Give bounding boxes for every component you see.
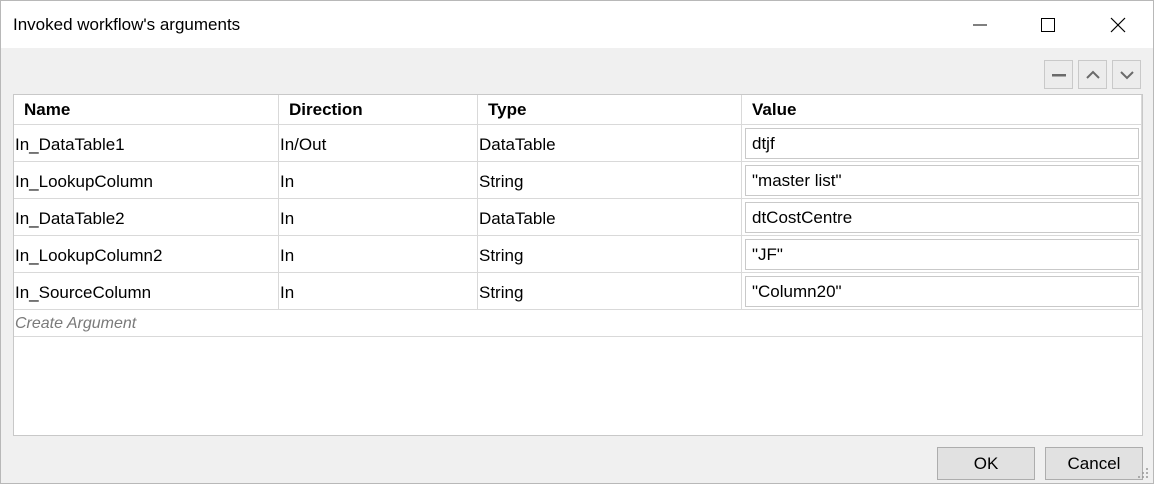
argument-value-input[interactable]: dtjf [745,128,1139,159]
argument-value-cell: "master list" [742,162,1142,199]
ok-button[interactable]: OK [937,447,1035,480]
close-button[interactable] [1083,1,1153,48]
argument-direction-cell[interactable]: In [279,236,478,273]
argument-direction-cell[interactable]: In/Out [279,125,478,162]
argument-name-cell[interactable]: In_LookupColumn [14,162,279,199]
create-argument-label[interactable]: Create Argument [15,315,136,333]
argument-value-input[interactable]: "JF" [745,239,1139,270]
argument-name-cell[interactable]: In_DataTable2 [14,199,279,236]
resize-grip-icon[interactable] [1137,467,1149,479]
grid-header: Name Direction Type Value [14,95,1142,125]
argument-value-input[interactable]: "Column20" [745,276,1139,307]
arguments-dialog: Invoked workflow's arguments Name Direct… [0,0,1154,484]
argument-value-input[interactable]: dtCostCentre [745,202,1139,233]
move-down-button[interactable] [1112,60,1141,89]
argument-name-cell[interactable]: In_SourceColumn [14,273,279,310]
argument-value-cell: dtCostCentre [742,199,1142,236]
window-title: Invoked workflow's arguments [13,15,241,34]
table-row[interactable]: In_DataTable1 In/Out DataTable dtjf [14,125,1142,162]
move-up-button[interactable] [1078,60,1107,89]
argument-value-cell: "JF" [742,236,1142,273]
table-row[interactable]: In_DataTable2 In DataTable dtCostCentre [14,199,1142,236]
chevron-down-icon [1119,70,1134,79]
column-header-type[interactable]: Type [478,95,742,125]
argument-type-cell[interactable]: String [478,273,742,310]
argument-type-cell[interactable]: DataTable [478,199,742,236]
title-bar[interactable]: Invoked workflow's arguments [1,1,1153,48]
maximize-button[interactable] [1013,1,1083,48]
remove-argument-button[interactable] [1044,60,1073,89]
argument-value-cell: "Column20" [742,273,1142,310]
argument-value-input[interactable]: "master list" [745,165,1139,196]
argument-type-cell[interactable]: String [478,162,742,199]
arguments-grid: Name Direction Type Value In_DataTable1 … [13,94,1143,436]
argument-type-cell[interactable]: DataTable [478,125,742,162]
table-row[interactable]: In_LookupColumn In String "master list" [14,162,1142,199]
argument-name-cell[interactable]: In_LookupColumn2 [14,236,279,273]
minus-icon [1051,73,1066,76]
column-header-value[interactable]: Value [742,95,1142,125]
argument-direction-cell[interactable]: In [279,273,478,310]
minimize-button[interactable] [945,1,1015,48]
table-row[interactable]: In_LookupColumn2 In String "JF" [14,236,1142,273]
argument-value-cell: dtjf [742,125,1142,162]
cancel-button[interactable]: Cancel [1045,447,1143,480]
argument-type-cell[interactable]: String [478,236,742,273]
close-icon [1110,17,1126,32]
table-row[interactable]: In_SourceColumn In String "Column20" [14,273,1142,310]
argument-direction-cell[interactable]: In [279,162,478,199]
minimize-icon [973,24,987,25]
maximize-icon [1041,17,1055,32]
chevron-up-icon [1085,70,1100,79]
create-argument-row[interactable]: Create Argument [14,312,1142,337]
argument-name-cell[interactable]: In_DataTable1 [14,125,279,162]
argument-direction-cell[interactable]: In [279,199,478,236]
column-header-direction[interactable]: Direction [279,95,478,125]
column-header-name[interactable]: Name [14,95,279,125]
